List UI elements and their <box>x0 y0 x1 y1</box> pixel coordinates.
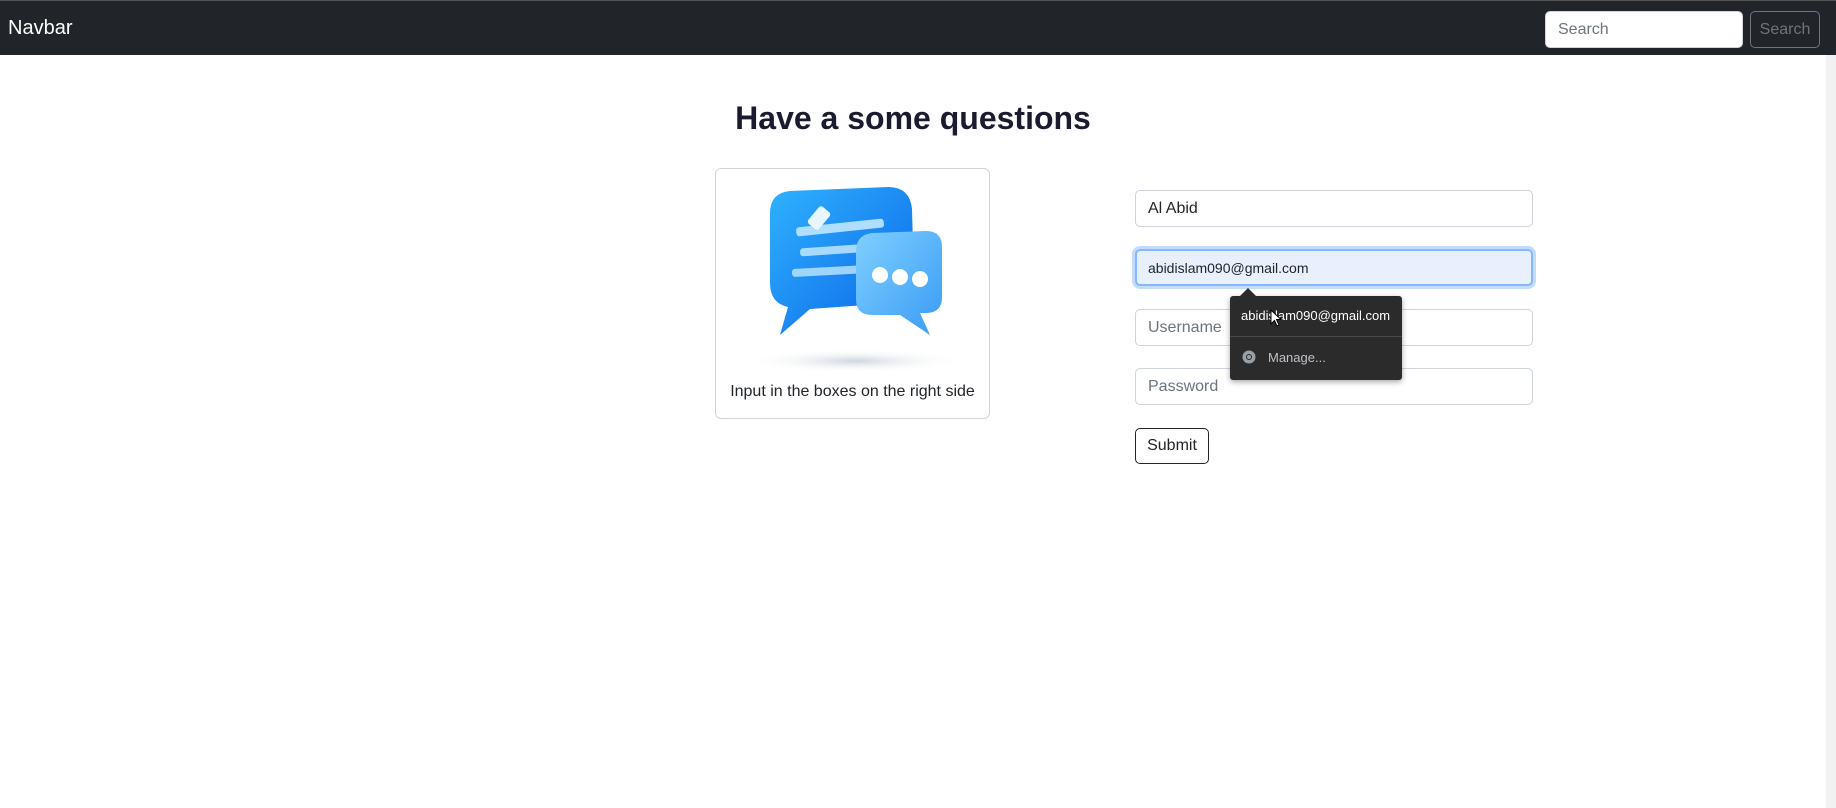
chat-bubbles-icon <box>745 187 965 373</box>
mouse-cursor-icon <box>1270 309 1282 327</box>
page-title: Have a some questions <box>735 100 1091 136</box>
card-caption: Input in the boxes on the right side <box>730 383 975 400</box>
email-field[interactable] <box>1135 249 1533 286</box>
autofill-manage-item[interactable]: Manage... <box>1230 337 1402 380</box>
autofill-suggestion[interactable]: abidislam090@gmail.com <box>1230 296 1402 336</box>
info-card: Input in the boxes on the right side <box>715 168 990 419</box>
autofill-popup: abidislam090@gmail.com Manage... <box>1230 288 1402 380</box>
name-field[interactable] <box>1135 190 1533 227</box>
chrome-icon <box>1242 350 1256 364</box>
autofill-popup-arrow <box>1240 288 1256 296</box>
navbar-search-input[interactable] <box>1545 11 1743 48</box>
submit-button[interactable]: Submit <box>1135 428 1209 464</box>
page-scrollbar[interactable] <box>1826 55 1836 808</box>
navbar-search-button[interactable]: Search <box>1750 11 1820 48</box>
navbar: Navbar Search <box>0 0 1836 55</box>
autofill-manage-label: Manage... <box>1268 350 1326 365</box>
navbar-brand[interactable]: Navbar <box>8 17 72 40</box>
